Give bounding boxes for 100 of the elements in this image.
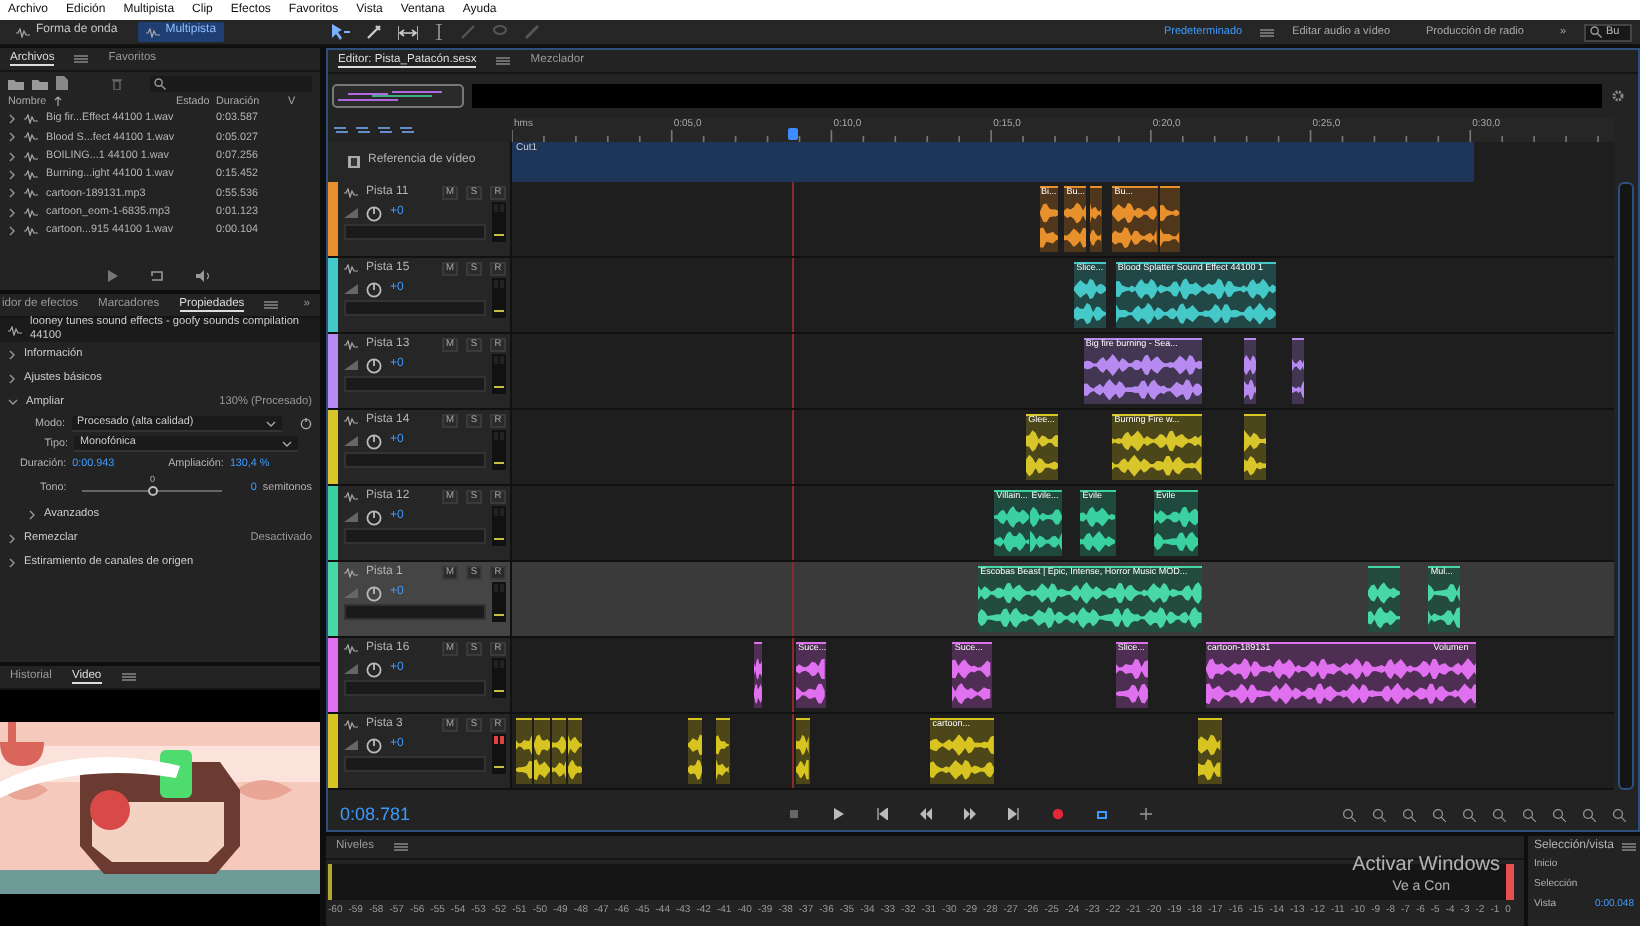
waveform-icon — [344, 416, 358, 427]
gear-icon[interactable] — [1610, 88, 1626, 104]
input-selector[interactable] — [344, 528, 486, 545]
time-selection-tool-icon[interactable] — [434, 24, 445, 40]
trash-icon[interactable] — [112, 77, 122, 89]
zoom-out-icon[interactable] — [1522, 807, 1536, 821]
knob-icon[interactable] — [366, 509, 382, 526]
reset-icon[interactable] — [300, 418, 312, 430]
volume-icon[interactable] — [344, 284, 358, 295]
volume-icon[interactable] — [344, 664, 358, 675]
record-button[interactable] — [1052, 808, 1064, 820]
audio-clip[interactable] — [1368, 566, 1400, 632]
go-to-end-button[interactable] — [1008, 808, 1020, 820]
waveform-icon — [344, 264, 358, 275]
panel-menu-icon[interactable] — [496, 56, 511, 66]
zoom-out-time-icon[interactable] — [1432, 807, 1446, 821]
waveform-icon — [344, 492, 358, 503]
playhead-handle[interactable] — [787, 128, 798, 140]
chevron-right-icon[interactable] — [8, 349, 16, 359]
session-overview-thumbnail — [332, 84, 464, 108]
chevron-right-icon[interactable] — [28, 509, 36, 519]
audio-clip[interactable] — [796, 718, 810, 784]
knob-icon[interactable] — [366, 281, 382, 298]
panel-menu-icon[interactable] — [394, 842, 409, 852]
waveform-icon — [8, 325, 22, 335]
fast-forward-button[interactable] — [964, 808, 976, 820]
audio-clip[interactable] — [534, 718, 551, 784]
document-icon[interactable] — [56, 76, 68, 90]
panel-menu-icon[interactable] — [264, 300, 279, 310]
chevron-down-icon[interactable] — [8, 398, 18, 406]
knob-icon[interactable] — [366, 205, 382, 222]
panel-menu-icon[interactable] — [74, 54, 89, 64]
razor-tool-icon[interactable] — [366, 24, 383, 40]
knob-icon[interactable] — [366, 433, 382, 450]
sort-arrow-icon — [54, 96, 63, 107]
move-tool-icon[interactable] — [332, 24, 351, 40]
panel-menu-icon[interactable] — [121, 672, 136, 682]
scrollbar[interactable] — [1618, 182, 1634, 790]
play-button[interactable] — [832, 808, 844, 820]
film-icon — [348, 156, 360, 168]
audio-clip[interactable] — [551, 718, 567, 784]
input-selector[interactable] — [344, 452, 486, 469]
speaker-icon[interactable] — [196, 270, 212, 282]
knob-icon[interactable] — [366, 357, 382, 374]
input-selector[interactable] — [344, 224, 486, 241]
zoom-selection-icon[interactable] — [1462, 807, 1476, 821]
slider-thumb[interactable] — [147, 486, 157, 496]
waveform-icon — [344, 568, 358, 579]
input-selector[interactable] — [344, 756, 486, 773]
loop-button[interactable] — [1096, 808, 1108, 820]
waveform-icon — [344, 340, 358, 351]
clip-indicator — [1506, 864, 1514, 900]
knob-icon[interactable] — [366, 585, 382, 602]
panel-menu-icon[interactable] — [1622, 842, 1637, 853]
audio-clip[interactable] — [1090, 186, 1102, 252]
zoom-track-icon[interactable] — [1612, 807, 1626, 821]
waveform-icon — [344, 644, 358, 655]
volume-icon[interactable] — [344, 436, 358, 447]
stop-button[interactable] — [788, 808, 800, 820]
knob-icon[interactable] — [366, 661, 382, 678]
play-icon[interactable] — [108, 270, 118, 282]
chevron-right-icon[interactable] — [8, 557, 16, 567]
input-selector[interactable] — [344, 300, 486, 317]
chevron-right-icon[interactable] — [8, 373, 16, 383]
waveform-icon — [344, 720, 358, 731]
volume-icon[interactable] — [344, 360, 358, 371]
audio-clip[interactable] — [1160, 186, 1180, 252]
caret-icon — [282, 439, 292, 447]
knob-icon[interactable] — [366, 737, 382, 754]
audio-clip[interactable] — [515, 718, 532, 784]
audio-clip[interactable] — [687, 718, 702, 784]
rewind-button[interactable] — [920, 808, 932, 820]
chevron-right-icon[interactable] — [8, 533, 16, 543]
volume-icon[interactable] — [344, 740, 358, 751]
zoom-in-time-icon[interactable] — [1402, 807, 1416, 821]
loop-icon[interactable] — [150, 270, 164, 282]
audio-clip[interactable] — [1243, 338, 1257, 404]
slip-tool-icon[interactable] — [398, 25, 419, 39]
go-to-start-button[interactable] — [876, 808, 888, 820]
watermark-title: Activar Windows — [1352, 854, 1500, 878]
zoom-in-icon[interactable] — [1492, 807, 1506, 821]
audio-clip[interactable] — [1291, 338, 1305, 404]
audio-clip[interactable] — [567, 718, 583, 784]
input-selector[interactable] — [344, 376, 486, 393]
audio-clip[interactable] — [754, 642, 763, 708]
zoom-in-amplitude-icon[interactable] — [1342, 807, 1356, 821]
input-selector[interactable] — [344, 680, 486, 697]
waveform-icon — [145, 27, 160, 37]
volume-icon[interactable] — [344, 512, 358, 523]
volume-icon[interactable] — [344, 208, 358, 219]
input-selector[interactable] — [344, 604, 486, 621]
audio-clip[interactable] — [1243, 414, 1266, 480]
panel-menu-icon — [1260, 27, 1275, 37]
audio-clip[interactable] — [1198, 718, 1222, 784]
audio-clip[interactable] — [716, 718, 730, 784]
zoom-out-amplitude-icon[interactable] — [1372, 807, 1386, 821]
waveform-icon — [16, 27, 30, 37]
caret-icon — [266, 419, 276, 427]
search-field[interactable] — [150, 75, 312, 91]
zoom-full-icon[interactable] — [1552, 807, 1566, 821]
